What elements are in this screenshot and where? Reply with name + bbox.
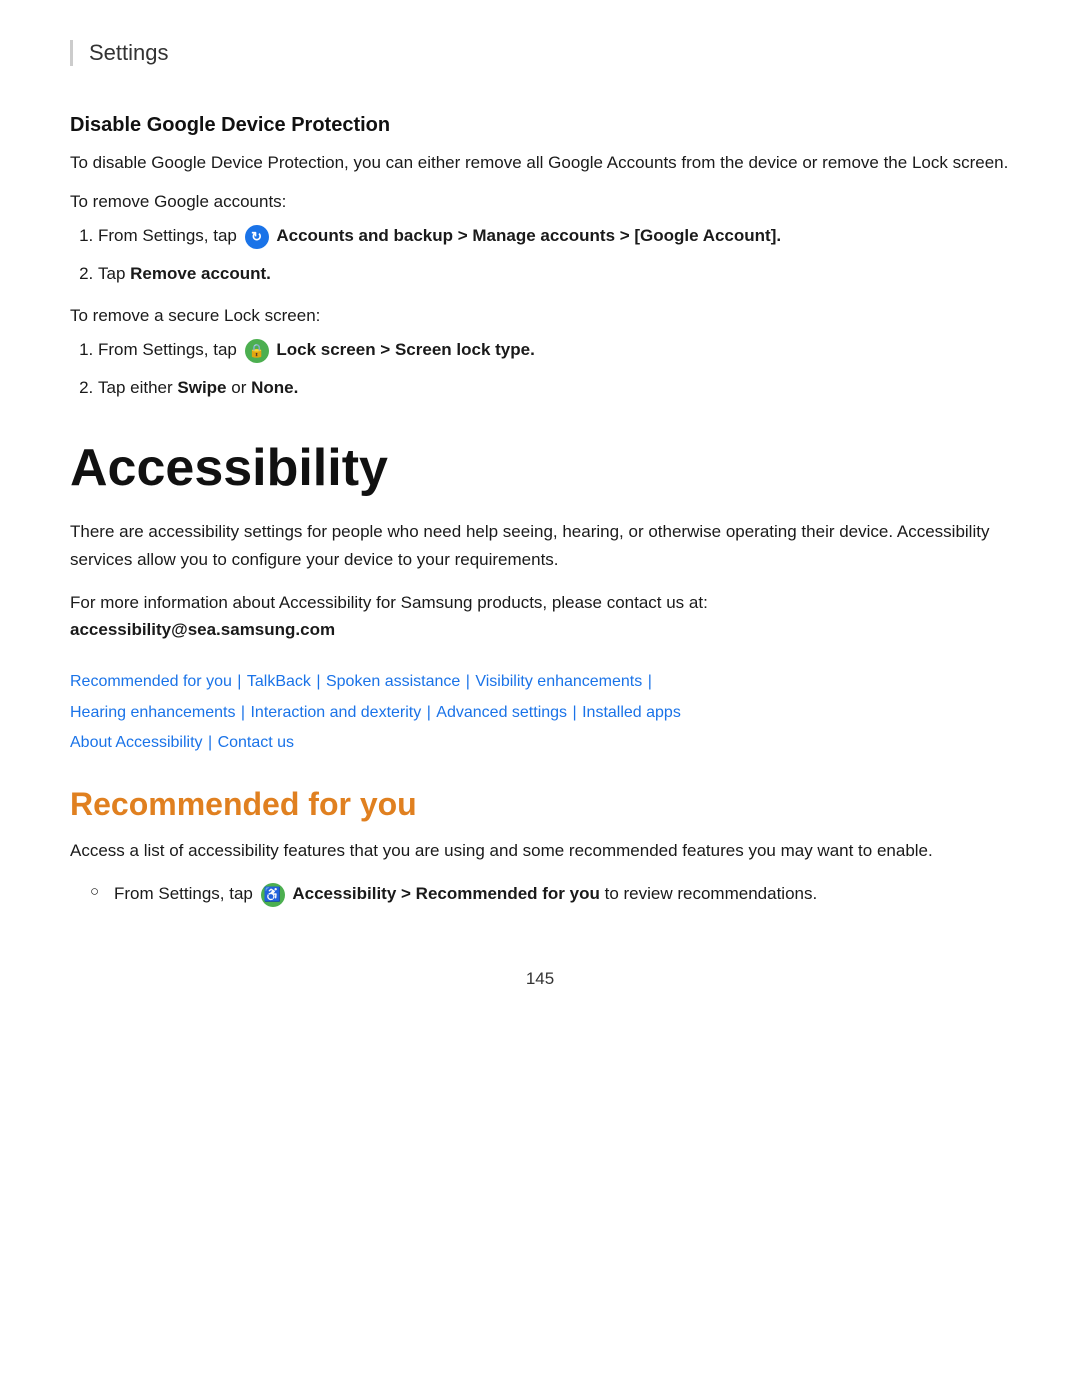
ls-step2-or: or xyxy=(227,378,252,397)
step1-bold: Accounts and backup > Manage accounts > … xyxy=(276,226,781,245)
accounts-steps-list: From Settings, tap ↻ Accounts and backup… xyxy=(98,222,1010,288)
accessibility-intro1: There are accessibility settings for peo… xyxy=(70,518,1010,572)
step1-before: From Settings, tap xyxy=(98,226,242,245)
rec-step-before: From Settings, tap xyxy=(114,884,258,903)
link-installed[interactable]: Installed apps xyxy=(582,704,681,721)
recommended-section: Recommended for you Access a list of acc… xyxy=(70,786,1010,908)
accounts-step-2: Tap Remove account. xyxy=(98,260,1010,288)
ls-step2-before: Tap either xyxy=(98,378,177,397)
ls-step1-before: From Settings, tap xyxy=(98,340,242,359)
disable-gdp-intro: To disable Google Device Protection, you… xyxy=(70,149,1010,176)
lockscreen-steps-list: From Settings, tap 🔒 Lock screen > Scree… xyxy=(98,336,1010,402)
disable-gdp-heading: Disable Google Device Protection xyxy=(70,114,1010,137)
remove-accounts-label: To remove Google accounts: xyxy=(70,192,1010,212)
recommended-description: Access a list of accessibility features … xyxy=(70,837,1010,864)
link-spoken[interactable]: Spoken assistance xyxy=(326,673,460,690)
accessibility-main-title: Accessibility xyxy=(70,438,1010,498)
remove-lockscreen-label: To remove a secure Lock screen: xyxy=(70,306,1010,326)
ls-step2-none: None. xyxy=(251,378,298,397)
lock-screen-icon: 🔒 xyxy=(245,339,269,363)
accessibility-link-bar: Recommended for you | TalkBack | Spoken … xyxy=(70,667,1010,758)
page-number: 145 xyxy=(70,969,1010,989)
ls-step2-swipe: Swipe xyxy=(177,378,226,397)
recommended-title: Recommended for you xyxy=(70,786,1010,823)
link-about[interactable]: About Accessibility xyxy=(70,734,203,751)
step2-bold: Remove account. xyxy=(130,264,271,283)
accessibility-intro-section: There are accessibility settings for peo… xyxy=(70,518,1010,643)
accessibility-icon: ♿ xyxy=(261,883,285,907)
link-advanced[interactable]: Advanced settings xyxy=(436,704,567,721)
page-title: Settings xyxy=(89,40,169,65)
accounts-backup-icon: ↻ xyxy=(245,225,269,249)
disable-gdp-section: Disable Google Device Protection To disa… xyxy=(70,114,1010,402)
link-hearing[interactable]: Hearing enhancements xyxy=(70,704,235,721)
rec-step-bold: Accessibility > Recommended for you xyxy=(292,884,600,903)
lockscreen-step-2: Tap either Swipe or None. xyxy=(98,374,1010,402)
recommended-steps-list: From Settings, tap ♿ Accessibility > Rec… xyxy=(90,880,1010,908)
recommended-step-1: From Settings, tap ♿ Accessibility > Rec… xyxy=(90,880,1010,908)
link-contact[interactable]: Contact us xyxy=(218,734,294,751)
link-interaction[interactable]: Interaction and dexterity xyxy=(250,704,421,721)
ls-step1-bold: Lock screen > Screen lock type. xyxy=(276,340,534,359)
link-visibility[interactable]: Visibility enhancements xyxy=(475,673,642,690)
lockscreen-step-1: From Settings, tap 🔒 Lock screen > Scree… xyxy=(98,336,1010,364)
accounts-step-1: From Settings, tap ↻ Accounts and backup… xyxy=(98,222,1010,250)
link-recommended[interactable]: Recommended for you xyxy=(70,673,232,690)
link-talkback[interactable]: TalkBack xyxy=(247,673,311,690)
page-header: Settings xyxy=(70,40,1010,66)
rec-step-after: to review recommendations. xyxy=(605,884,818,903)
accessibility-intro2-before: For more information about Accessibility… xyxy=(70,593,708,612)
accessibility-intro2: For more information about Accessibility… xyxy=(70,589,1010,643)
accessibility-email: accessibility@sea.samsung.com xyxy=(70,620,335,639)
step2-before: Tap xyxy=(98,264,130,283)
